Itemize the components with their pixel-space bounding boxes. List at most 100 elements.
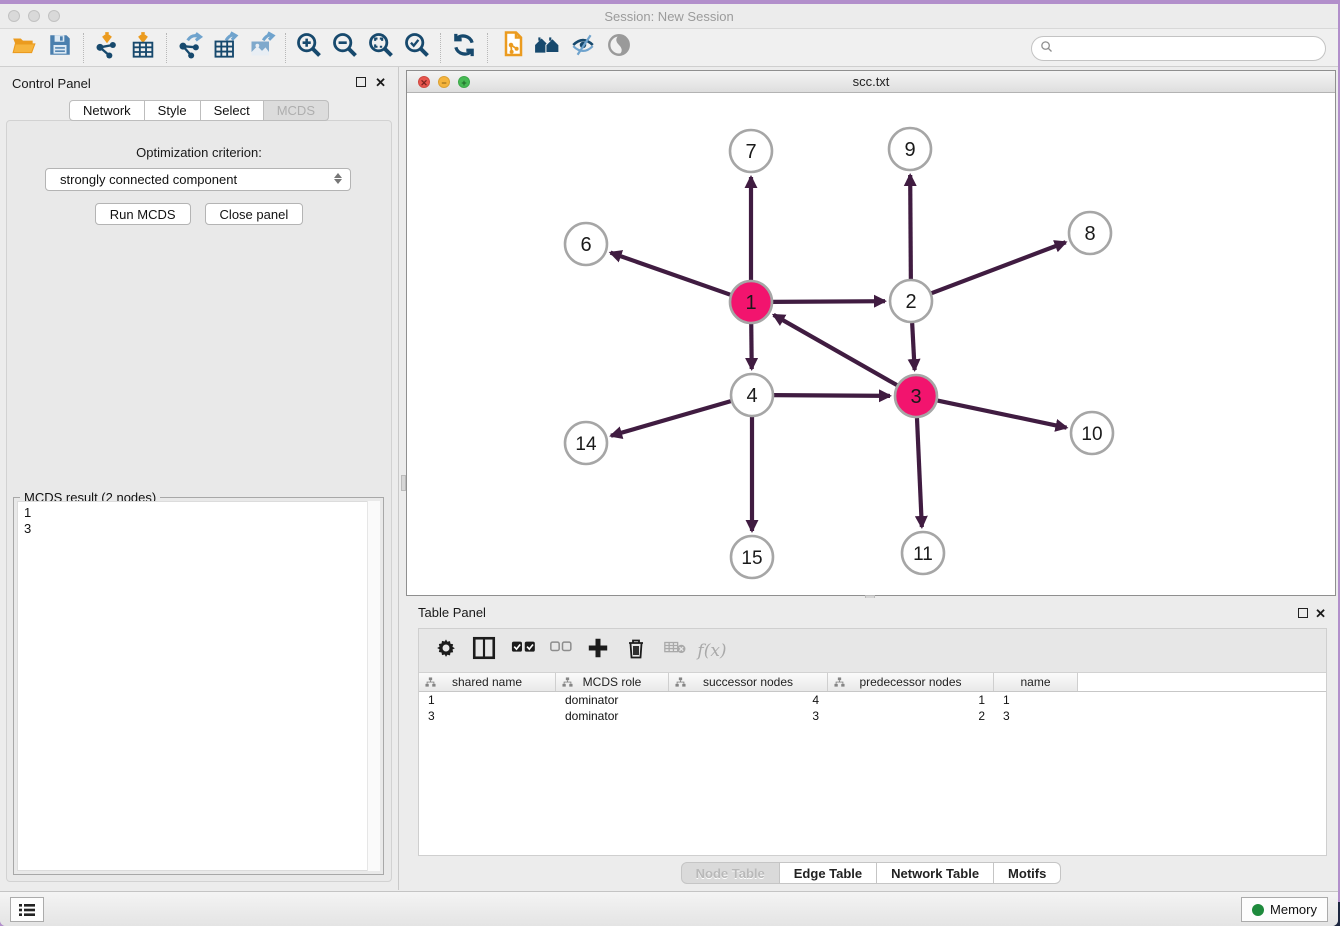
close-table-panel-icon[interactable]: ✕: [1315, 606, 1326, 622]
cell-shared-name[interactable]: 3: [419, 708, 556, 724]
cell-shared-name[interactable]: 1: [419, 692, 556, 708]
graph-node-4[interactable]: 4: [731, 374, 773, 416]
graph-node-8[interactable]: 8: [1069, 212, 1111, 254]
cell-predecessor-nodes[interactable]: 2: [828, 708, 994, 724]
tab-motifs[interactable]: Motifs: [994, 862, 1061, 884]
export-network-icon: [175, 31, 205, 64]
export-image-button[interactable]: [244, 32, 280, 64]
import-network-button[interactable]: [89, 32, 125, 64]
table-row[interactable]: 3dominator323: [419, 708, 1326, 724]
run-mcds-button[interactable]: Run MCDS: [95, 203, 191, 225]
clone-network-button[interactable]: [493, 32, 529, 64]
task-history-button[interactable]: [10, 897, 44, 922]
close-panel-button[interactable]: Close panel: [205, 203, 304, 225]
column-header-MCDS-role[interactable]: MCDS role: [556, 673, 669, 691]
unchecked-pair-button[interactable]: [543, 634, 577, 668]
edge-1-6[interactable]: [611, 253, 731, 295]
cell-successor-nodes[interactable]: 3: [669, 708, 828, 724]
control-panel: Control Panel ✕ NetworkStyleSelectMCDS O…: [0, 67, 399, 890]
tab-mcds[interactable]: MCDS: [264, 100, 329, 121]
graph-node-1[interactable]: 1: [730, 281, 772, 323]
edge-2-3[interactable]: [912, 323, 914, 370]
edge-4-3[interactable]: [774, 395, 890, 396]
memory-button[interactable]: Memory: [1241, 897, 1328, 922]
tab-network[interactable]: Network: [69, 100, 145, 121]
zoom-selected-button[interactable]: [399, 32, 435, 64]
refresh-button[interactable]: [446, 32, 482, 64]
delete-table-button: [657, 634, 691, 668]
tab-edge-table[interactable]: Edge Table: [780, 862, 877, 884]
edge-3-1[interactable]: [774, 315, 897, 385]
column-label: predecessor nodes: [859, 675, 961, 689]
edge-2-8[interactable]: [932, 242, 1066, 293]
graph-node-6[interactable]: 6: [565, 223, 607, 265]
open-folder-button[interactable]: [6, 32, 42, 64]
column-header-shared-name[interactable]: shared name: [419, 673, 556, 691]
result-scrollbar[interactable]: [367, 501, 380, 871]
optimization-criterion-select[interactable]: strongly connected component: [45, 168, 351, 191]
tab-network-table[interactable]: Network Table: [877, 862, 994, 884]
list-icon: [18, 903, 36, 917]
save-button[interactable]: [42, 32, 78, 64]
checked-pair-button[interactable]: [505, 634, 539, 668]
search-box[interactable]: [1031, 36, 1326, 61]
fx-icon: f(x): [697, 641, 726, 661]
float-table-panel-icon[interactable]: [1298, 608, 1308, 618]
gear-button[interactable]: [429, 634, 463, 668]
show-eye-button[interactable]: [601, 32, 637, 64]
zoom-out-icon: [330, 31, 360, 64]
column-label: MCDS role: [583, 675, 642, 689]
search-input[interactable]: [1058, 41, 1325, 56]
tab-node-table[interactable]: Node Table: [681, 862, 780, 884]
column-header-name[interactable]: name: [994, 673, 1078, 691]
cell-MCDS-role[interactable]: dominator: [556, 708, 669, 724]
export-image-icon: [247, 31, 277, 64]
tab-style[interactable]: Style: [145, 100, 201, 121]
graph-node-2[interactable]: 2: [890, 280, 932, 322]
float-panel-icon[interactable]: [356, 77, 366, 87]
column-header-successor-nodes[interactable]: successor nodes: [669, 673, 828, 691]
network-view-window: ✕ − + scc.txt 7 9 6 8 1 2 4 3 14 10 15 11: [406, 70, 1336, 596]
mcds-result-list[interactable]: 1 3: [17, 501, 380, 871]
edge-2-9[interactable]: [910, 175, 911, 279]
graph-node-11[interactable]: 11: [902, 532, 944, 574]
graph-node-7[interactable]: 7: [730, 130, 772, 172]
graph-node-10[interactable]: 10: [1071, 412, 1113, 454]
splitter-grip-left[interactable]: [401, 475, 406, 491]
cell-name[interactable]: 1: [994, 692, 1078, 708]
svg-text:6: 6: [580, 234, 591, 256]
zoom-in-button[interactable]: [291, 32, 327, 64]
home-button[interactable]: [529, 32, 565, 64]
edge-4-14[interactable]: [611, 401, 731, 436]
zoom-fit-button[interactable]: [363, 32, 399, 64]
trash-button[interactable]: [619, 634, 653, 668]
plus-button[interactable]: [581, 634, 615, 668]
cell-predecessor-nodes[interactable]: 1: [828, 692, 994, 708]
import-table-button[interactable]: [125, 32, 161, 64]
table-row[interactable]: 1dominator411: [419, 692, 1326, 708]
export-table-button[interactable]: [208, 32, 244, 64]
column-header-predecessor-nodes[interactable]: predecessor nodes: [828, 673, 994, 691]
network-window-titlebar[interactable]: ✕ − + scc.txt: [407, 71, 1335, 93]
edge-3-10[interactable]: [938, 401, 1067, 428]
hide-eye-button[interactable]: [565, 32, 601, 64]
edge-3-11[interactable]: [917, 418, 922, 527]
graph-node-3[interactable]: 3: [895, 375, 937, 417]
app-title: Session: New Session: [0, 9, 1338, 24]
graph-node-15[interactable]: 15: [731, 536, 773, 578]
split-columns-button[interactable]: [467, 634, 501, 668]
close-panel-icon[interactable]: ✕: [375, 75, 386, 91]
control-panel-tabs: NetworkStyleSelectMCDS: [0, 100, 398, 121]
graph-node-9[interactable]: 9: [889, 128, 931, 170]
unchecked-pair-icon: [546, 638, 574, 663]
tab-select[interactable]: Select: [201, 100, 264, 121]
control-panel-title: Control Panel: [12, 76, 91, 91]
cell-MCDS-role[interactable]: dominator: [556, 692, 669, 708]
export-network-button[interactable]: [172, 32, 208, 64]
cell-name[interactable]: 3: [994, 708, 1078, 724]
edge-1-2[interactable]: [773, 301, 885, 302]
cell-successor-nodes[interactable]: 4: [669, 692, 828, 708]
graph-node-14[interactable]: 14: [565, 422, 607, 464]
zoom-out-button[interactable]: [327, 32, 363, 64]
network-canvas[interactable]: 7 9 6 8 1 2 4 3 14 10 15 11: [407, 93, 1335, 595]
